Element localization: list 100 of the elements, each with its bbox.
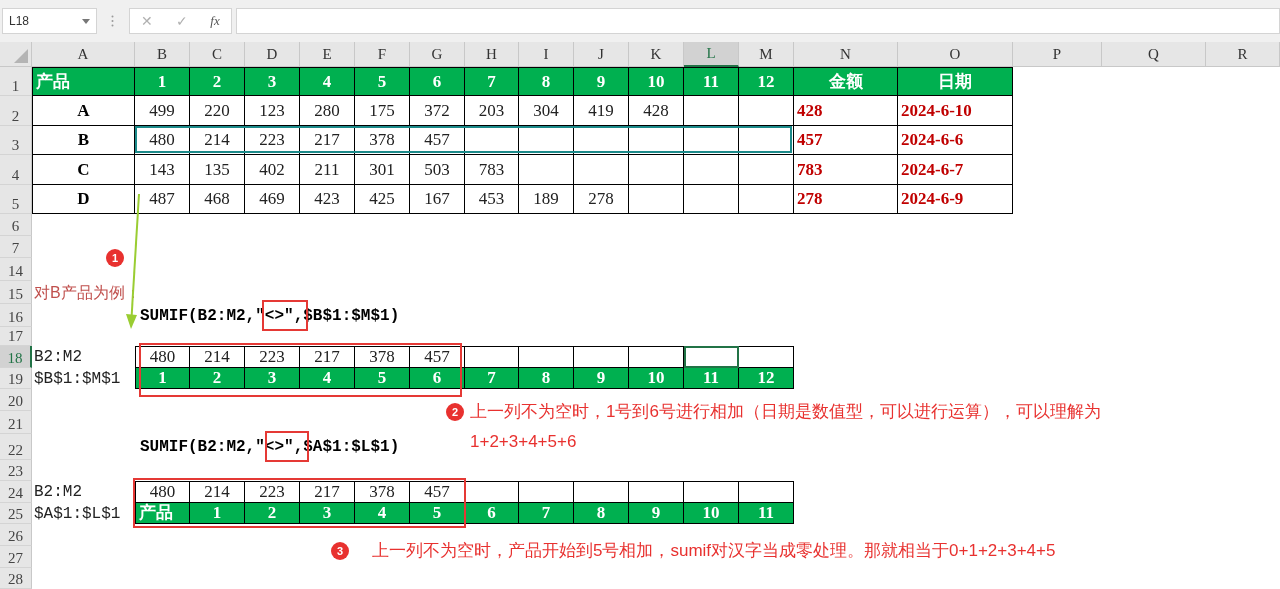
column-header[interactable]: O [898,42,1013,67]
table-cell: 278 [574,185,629,214]
header-cell: 12 [739,368,794,389]
table-cell: 469 [245,185,300,214]
header-cell: 4 [300,368,355,389]
table-cell: 480 [135,126,190,155]
cell-label: B2:M2 [33,347,82,368]
column-header[interactable]: R [1206,42,1280,67]
column-header[interactable]: F [355,42,410,67]
row-header[interactable]: 14 [0,258,32,281]
column-header[interactable]: H [465,42,519,67]
column-header[interactable]: B [135,42,190,67]
table-cell: 203 [465,96,519,126]
name-box[interactable]: L18 [2,8,97,34]
row-header[interactable]: 27 [0,546,32,568]
table-cell: 783 [465,155,519,185]
row-header[interactable]: 20 [0,389,32,411]
header-cell: 3 [300,503,355,524]
header-cell: 4 [300,67,355,96]
table-cell: 783 [794,155,898,185]
column-header[interactable]: P [1013,42,1102,67]
table-cell: 428 [794,96,898,126]
column-header[interactable]: K [629,42,684,67]
header-cell: 10 [629,368,684,389]
row-header[interactable]: 28 [0,568,32,589]
table-cell: C [32,155,135,185]
table-cell: 487 [135,185,190,214]
row-header[interactable]: 17 [0,327,32,346]
header-cell: 6 [410,368,465,389]
column-header[interactable]: C [190,42,245,67]
header-cell: 3 [245,368,300,389]
header-cell: 1 [135,67,190,96]
table-cell: D [32,185,135,214]
table-cell: 211 [300,155,355,185]
callout-text: 1+2+3+4+5+6 [470,431,577,453]
table-cell: 480 [135,346,190,368]
column-header[interactable]: J [574,42,629,67]
header-cell: 7 [519,503,574,524]
header-cell: 12 [739,67,794,96]
table-cell: 175 [355,96,410,126]
row-header[interactable]: 23 [0,460,32,481]
table-cell: 2024-6-10 [898,96,1013,126]
column-header[interactable]: I [519,42,574,67]
row-header[interactable]: 16 [0,304,32,327]
row-header[interactable]: 6 [0,214,32,236]
header-cell: 产品 [135,503,190,524]
column-header[interactable]: E [300,42,355,67]
row-header[interactable]: 26 [0,524,32,546]
row-header[interactable]: 15 [0,281,32,304]
header-cell: 5 [410,503,465,524]
header-cell: 1 [135,368,190,389]
column-header[interactable]: D [245,42,300,67]
header-cell: 金额 [794,67,898,96]
number-marker: 2 [446,403,464,421]
table-cell: 378 [355,126,410,155]
header-cell: 8 [519,67,574,96]
header-cell: 9 [574,368,629,389]
row-header[interactable]: 25 [0,503,32,524]
column-header[interactable]: N [794,42,898,67]
row-header[interactable]: 7 [0,236,32,258]
row-header[interactable]: 24 [0,481,32,503]
table-cell: 453 [465,185,519,214]
column-header[interactable]: M [739,42,794,67]
table-cell: 402 [245,155,300,185]
table-cell: 304 [519,96,574,126]
insert-function-button[interactable]: fx [210,11,220,31]
row-header[interactable]: 5 [0,185,32,214]
table-cell: 457 [794,126,898,155]
row-header[interactable]: 21 [0,411,32,434]
row-header[interactable]: 3 [0,126,32,155]
column-header[interactable]: A [32,42,135,67]
row-header[interactable]: 2 [0,96,32,126]
header-cell: 5 [355,368,410,389]
table-cell: 2024-6-6 [898,126,1013,155]
column-header[interactable]: Q [1102,42,1206,67]
table-cell: 2024-6-7 [898,155,1013,185]
table-cell: 223 [245,126,300,155]
table-cell: 468 [190,185,245,214]
column-header[interactable]: L [684,42,739,67]
row-header[interactable]: 1 [0,67,32,96]
table-cell: 220 [190,96,245,126]
header-cell: 6 [410,67,465,96]
column-header[interactable]: G [410,42,465,67]
header-cell: 11 [684,67,739,96]
number-marker: 3 [331,542,349,560]
table-cell: A [32,96,135,126]
row-header[interactable]: 22 [0,434,32,460]
table-cell: 143 [135,155,190,185]
header-cell: 2 [190,67,245,96]
header-cell: 1 [190,503,245,524]
header-cell: 3 [245,67,300,96]
table-cell: 457 [410,126,465,155]
row-header[interactable]: 4 [0,155,32,185]
header-cell: 7 [465,67,519,96]
header-cell: 9 [629,503,684,524]
row-header[interactable]: 19 [0,368,32,389]
number-marker: 1 [106,249,124,267]
row-header[interactable]: 18 [0,346,32,368]
callout-text: 上一列不为空时，1号到6号进行相加（日期是数值型，可以进行运算），可以理解为 [470,401,1101,423]
header-cell: 2 [245,503,300,524]
